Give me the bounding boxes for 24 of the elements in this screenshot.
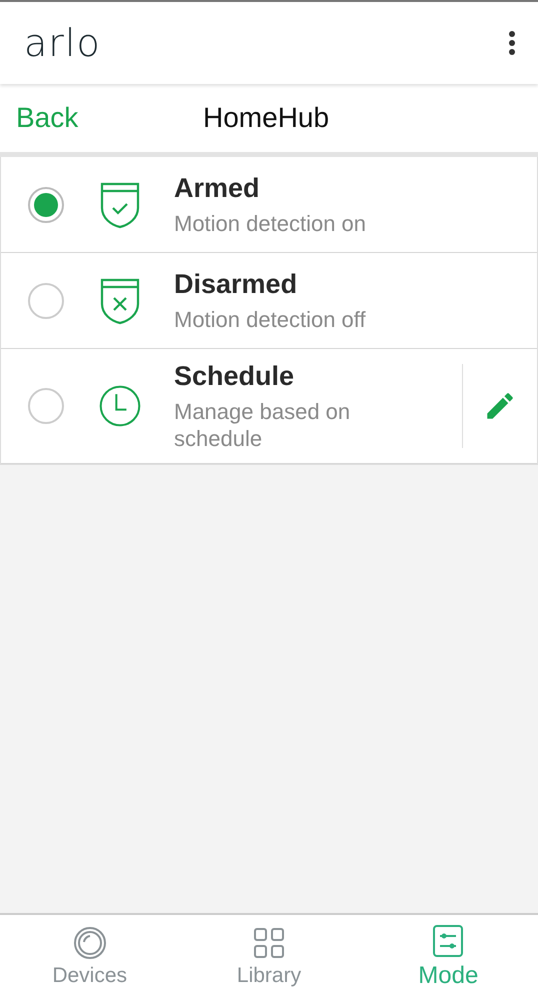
mode-title: Armed <box>174 172 261 204</box>
grid-icon <box>252 926 286 960</box>
mode-description: Manage based on schedule <box>174 398 352 452</box>
nav-tab[interactable]: Devices <box>0 915 180 999</box>
arlo-logo: arlo <box>24 21 101 65</box>
mode-description: Motion detection on <box>174 210 368 236</box>
radio-button[interactable] <box>28 388 64 424</box>
page-title: HomeHub <box>203 102 330 134</box>
radio-button[interactable] <box>28 282 64 318</box>
mode-row[interactable]: Disarmed Motion detection off <box>1 253 537 349</box>
mode-title: Schedule <box>174 360 296 392</box>
mode-description: Motion detection off <box>174 306 367 332</box>
nav-tab[interactable]: Library <box>179 915 359 999</box>
mode-row[interactable]: Armed Motion detection on <box>1 157 537 253</box>
shield-check-icon <box>98 180 142 228</box>
radio-button[interactable] <box>28 186 64 222</box>
more-menu-icon[interactable] <box>508 30 516 56</box>
mode-title: Disarmed <box>174 268 298 300</box>
nav-tab[interactable]: Mode <box>358 915 538 999</box>
camera-icon <box>72 926 107 960</box>
back-link[interactable]: Back <box>0 102 203 134</box>
mode-row[interactable]: Schedule Manage based on schedule <box>1 349 537 464</box>
shield-x-icon <box>98 276 142 324</box>
sliders-icon <box>431 924 466 958</box>
